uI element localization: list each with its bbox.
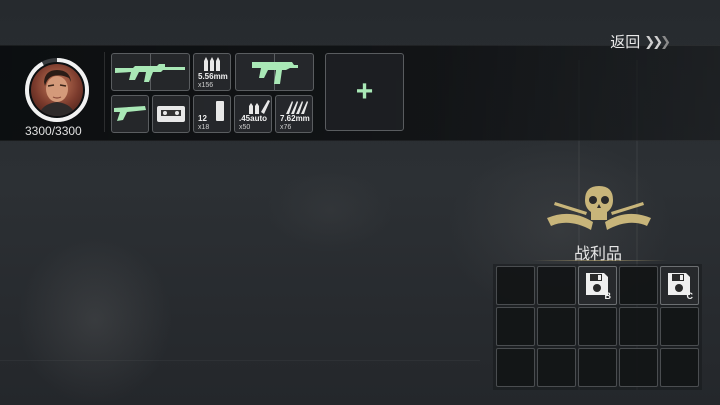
ammo-slot-12[interactable]: 12 x18 bbox=[193, 95, 231, 133]
loot-slot[interactable] bbox=[660, 348, 699, 387]
loot-slot[interactable] bbox=[578, 348, 617, 387]
add-slot-button[interactable]: + bbox=[325, 53, 404, 131]
background-floor-line bbox=[0, 360, 480, 361]
player-avatar[interactable] bbox=[24, 57, 90, 123]
avatar bbox=[31, 64, 83, 116]
loot-item-label: B bbox=[604, 291, 612, 301]
ammo-count: x50 bbox=[239, 124, 251, 131]
loot-slot[interactable] bbox=[660, 307, 699, 346]
divider bbox=[104, 52, 105, 132]
loot-slot[interactable]: B bbox=[578, 266, 617, 305]
loot-slot[interactable] bbox=[496, 266, 535, 305]
loot-slot[interactable] bbox=[537, 348, 576, 387]
chevrons-right-icon: ❯❯❯ bbox=[644, 33, 671, 49]
ammo-caliber: 5.56mm bbox=[198, 72, 228, 81]
loot-slot[interactable] bbox=[537, 266, 576, 305]
death-patrol-emblem bbox=[547, 186, 651, 230]
ammo-count: x76 bbox=[280, 124, 292, 131]
loot-slot[interactable] bbox=[496, 348, 535, 387]
shell-icon bbox=[216, 101, 224, 121]
loot-slot[interactable] bbox=[619, 266, 658, 305]
loot-slot[interactable]: C bbox=[660, 266, 699, 305]
item-slot-tape-player[interactable] bbox=[152, 95, 190, 133]
back-button[interactable]: 返回 ❯❯❯ bbox=[610, 31, 671, 52]
back-label: 返回 bbox=[610, 34, 641, 51]
bullets-icon bbox=[204, 57, 220, 71]
ammo-slot-762[interactable]: 7.62mm x76 bbox=[275, 95, 313, 133]
loot-slot[interactable] bbox=[537, 307, 576, 346]
loot-slot[interactable] bbox=[496, 307, 535, 346]
ammo-slot-556[interactable]: 5.56mm x156 bbox=[193, 53, 231, 91]
ammo-slot-45auto[interactable]: .45auto x50 bbox=[234, 95, 272, 133]
shotgun-icon bbox=[114, 106, 146, 121]
hp-text: 3300/3300 bbox=[25, 124, 82, 138]
loot-title-divider bbox=[532, 260, 668, 261]
ammo-caliber: 12 bbox=[198, 114, 207, 123]
ammo-caliber: .45auto bbox=[239, 114, 268, 123]
loot-slot[interactable] bbox=[578, 307, 617, 346]
portrait-icon bbox=[39, 70, 75, 116]
smg-icon bbox=[252, 62, 298, 84]
ammo-count: x156 bbox=[198, 82, 214, 89]
tape-player-icon bbox=[157, 106, 185, 122]
ammo-caliber: 7.62mm bbox=[280, 114, 310, 123]
loot-slot[interactable] bbox=[619, 307, 658, 346]
ammo-count: x18 bbox=[198, 124, 210, 131]
weapon-slot-shotgun[interactable] bbox=[111, 95, 149, 133]
loot-slot[interactable] bbox=[619, 348, 658, 387]
assault-rifle-icon bbox=[115, 64, 185, 82]
loot-item-label: C bbox=[686, 291, 694, 301]
